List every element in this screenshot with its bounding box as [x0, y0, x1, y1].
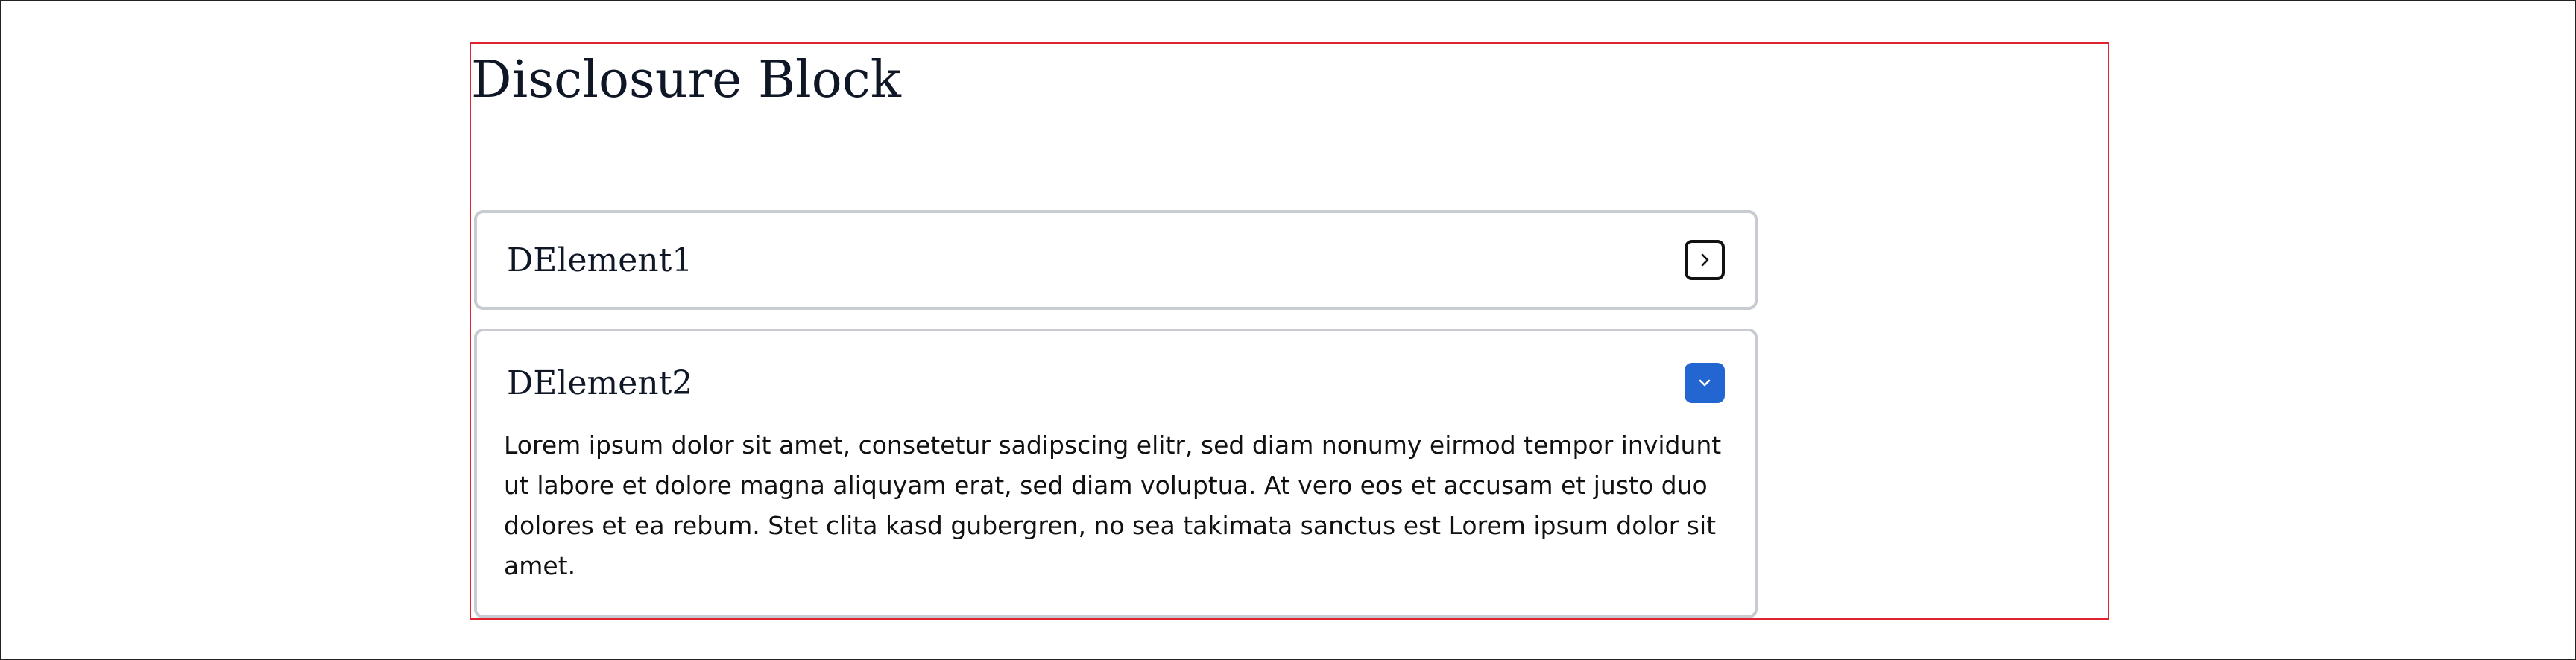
collapse-toggle-button[interactable]	[1685, 363, 1725, 403]
component-frame: Disclosure Block DElement1 DElement2 Lor…	[470, 42, 2109, 620]
disclosure-label: DElement1	[507, 241, 693, 279]
disclosure-label: DElement2	[507, 364, 693, 402]
disclosure-content: Lorem ipsum dolor sit amet, consetetur s…	[504, 431, 1722, 580]
disclosure-summary[interactable]: DElement2	[507, 342, 1725, 424]
disclosure-item-delement2: DElement2 Lorem ipsum dolor sit amet, co…	[474, 329, 1758, 618]
chevron-down-icon	[1699, 379, 1711, 387]
disclosure-summary[interactable]: DElement1	[507, 213, 1725, 307]
disclosure-item-delement1: DElement1	[474, 210, 1758, 310]
expand-toggle-button[interactable]	[1685, 240, 1725, 280]
page-title: Disclosure Block	[471, 51, 901, 110]
chevron-right-icon	[1701, 253, 1709, 267]
